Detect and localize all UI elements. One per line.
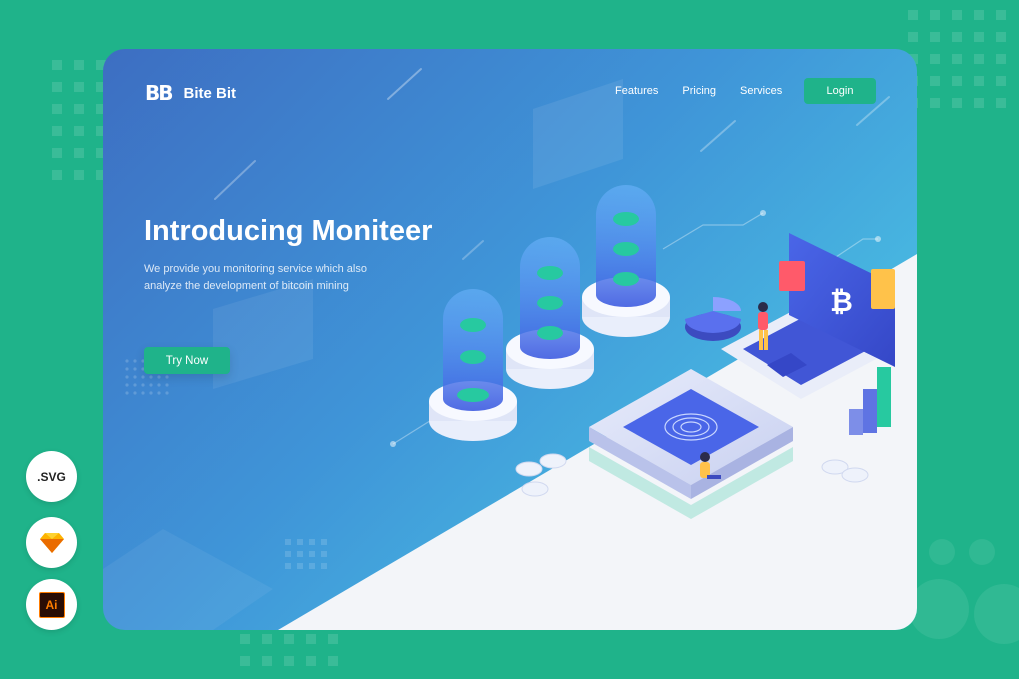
crypto-mining-illustration: ₿ — [429, 185, 895, 519]
background-dot-pattern-right — [908, 10, 1006, 108]
coin-stack-left — [515, 453, 567, 497]
landing-page-card: BB Bite Bit Features Pricing Services Lo… — [103, 49, 917, 630]
mining-tube-1 — [429, 289, 517, 441]
coin-stack-right — [821, 459, 869, 483]
mining-tube-2 — [506, 237, 594, 389]
laptop: ₿ — [721, 233, 895, 399]
bar-blocks — [849, 367, 891, 435]
person-standing — [758, 302, 768, 350]
svg-format-badge: .SVG — [26, 451, 77, 502]
background-circle-pattern — [899, 519, 1019, 679]
sketch-diamond-icon — [39, 532, 64, 553]
background-dot-pattern-bottom — [240, 634, 338, 666]
illustrator-format-badge: Ai — [26, 579, 77, 630]
svg-text:₿: ₿ — [830, 285, 853, 318]
fingerprint-chip — [589, 369, 793, 519]
illustrator-icon: Ai — [38, 591, 65, 618]
sketch-format-badge — [26, 517, 77, 568]
mining-tube-3 — [582, 185, 670, 337]
pie-chart-decoration — [685, 297, 741, 341]
